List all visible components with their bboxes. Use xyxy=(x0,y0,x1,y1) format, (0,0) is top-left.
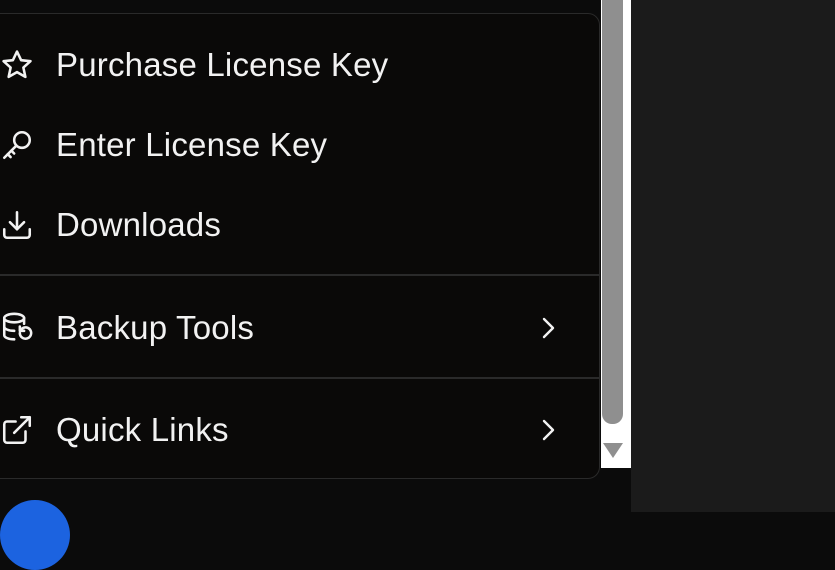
background-pane xyxy=(631,0,835,512)
scroll-down-arrow-icon[interactable] xyxy=(603,442,623,460)
chevron-right-icon xyxy=(533,313,563,343)
chevron-right-icon xyxy=(533,415,563,445)
menu-item-label: Downloads xyxy=(56,206,222,243)
dropdown-menu: Purchase License Key Enter License Key D… xyxy=(0,13,600,479)
star-icon xyxy=(0,45,37,85)
external-link-icon xyxy=(0,410,37,450)
menu-divider xyxy=(0,274,599,276)
menu-divider xyxy=(0,377,599,379)
key-icon xyxy=(0,125,37,165)
menu-item-label: Enter License Key xyxy=(56,126,328,163)
download-icon xyxy=(0,205,37,245)
scrollbar-thumb[interactable] xyxy=(602,0,623,424)
avatar[interactable] xyxy=(0,500,70,570)
menu-item-label: Backup Tools xyxy=(56,309,255,346)
menu-item-enter-license-key[interactable]: Enter License Key xyxy=(0,105,599,185)
menu-item-quick-links[interactable]: Quick Links xyxy=(0,390,599,470)
menu-item-downloads[interactable]: Downloads xyxy=(0,185,599,265)
menu-item-backup-tools[interactable]: Backup Tools xyxy=(0,288,599,368)
menu-item-label: Purchase License Key xyxy=(56,46,389,83)
database-restore-icon xyxy=(0,308,37,348)
menu-item-label: Quick Links xyxy=(56,411,229,448)
menu-item-purchase-license-key[interactable]: Purchase License Key xyxy=(0,25,599,105)
